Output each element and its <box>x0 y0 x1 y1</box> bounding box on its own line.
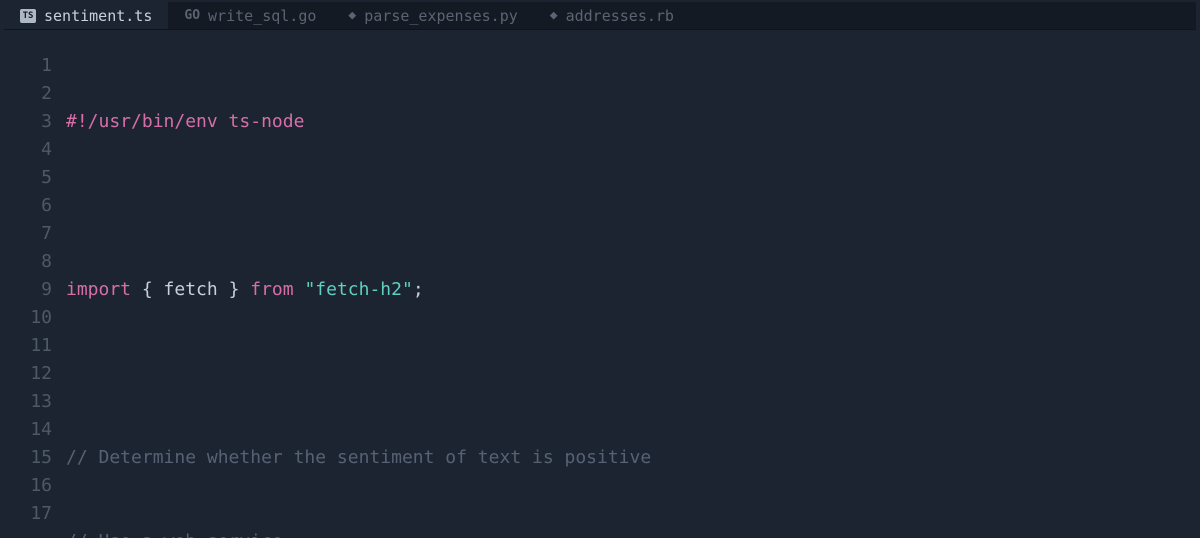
line-number: 3 <box>4 108 52 136</box>
keyword: import <box>66 279 131 300</box>
tab-parse-expenses-py[interactable]: ◆ parse_expenses.py <box>332 2 533 29</box>
line-number: 12 <box>4 360 52 388</box>
tab-label: parse_expenses.py <box>364 2 518 30</box>
tab-label: write_sql.go <box>208 2 316 30</box>
tab-sentiment-ts[interactable]: TS sentiment.ts <box>4 2 168 29</box>
line-number: 8 <box>4 248 52 276</box>
line-number: 2 <box>4 80 52 108</box>
line-number: 7 <box>4 220 52 248</box>
code-line[interactable]: // Determine whether the sentiment of te… <box>66 444 1196 472</box>
code-editor[interactable]: 1 2 3 4 5 6 7 8 9 10 11 12 13 14 15 16 1… <box>4 30 1196 538</box>
line-number-gutter: 1 2 3 4 5 6 7 8 9 10 11 12 13 14 15 16 1… <box>4 52 66 538</box>
code-line[interactable] <box>66 192 1196 220</box>
code-line[interactable]: #!/usr/bin/env ts-node <box>66 108 1196 136</box>
go-icon: GO <box>184 9 200 23</box>
tab-label: addresses.rb <box>566 2 674 30</box>
line-number: 13 <box>4 388 52 416</box>
line-number: 1 <box>4 52 52 80</box>
code-line[interactable] <box>66 360 1196 388</box>
tab-write-sql-go[interactable]: GO write_sql.go <box>168 2 332 29</box>
code-area[interactable]: #!/usr/bin/env ts-node import { fetch } … <box>66 52 1196 538</box>
line-number: 15 <box>4 444 52 472</box>
tab-addresses-rb[interactable]: ◆ addresses.rb <box>534 2 690 29</box>
comment: // Determine whether the sentiment of te… <box>66 447 651 468</box>
ruby-icon: ◆ <box>550 9 558 23</box>
tab-label: sentiment.ts <box>44 2 152 30</box>
ts-icon: TS <box>20 9 36 23</box>
line-number: 4 <box>4 136 52 164</box>
line-number: 10 <box>4 304 52 332</box>
line-number: 9 <box>4 276 52 304</box>
line-number: 17 <box>4 500 52 528</box>
line-number: 5 <box>4 164 52 192</box>
python-icon: ◆ <box>348 9 356 23</box>
code-line[interactable]: import { fetch } from "fetch-h2"; <box>66 276 1196 304</box>
comment: // Use a web service <box>66 531 283 538</box>
line-number: 6 <box>4 192 52 220</box>
tab-bar: TS sentiment.ts GO write_sql.go ◆ parse_… <box>4 2 1196 30</box>
line-number: 14 <box>4 416 52 444</box>
editor-frame: TS sentiment.ts GO write_sql.go ◆ parse_… <box>0 0 1200 538</box>
shebang: #!/usr/bin/env ts-node <box>66 111 304 132</box>
line-number: 16 <box>4 472 52 500</box>
line-number: 11 <box>4 332 52 360</box>
code-line[interactable]: // Use a web service <box>66 528 1196 538</box>
